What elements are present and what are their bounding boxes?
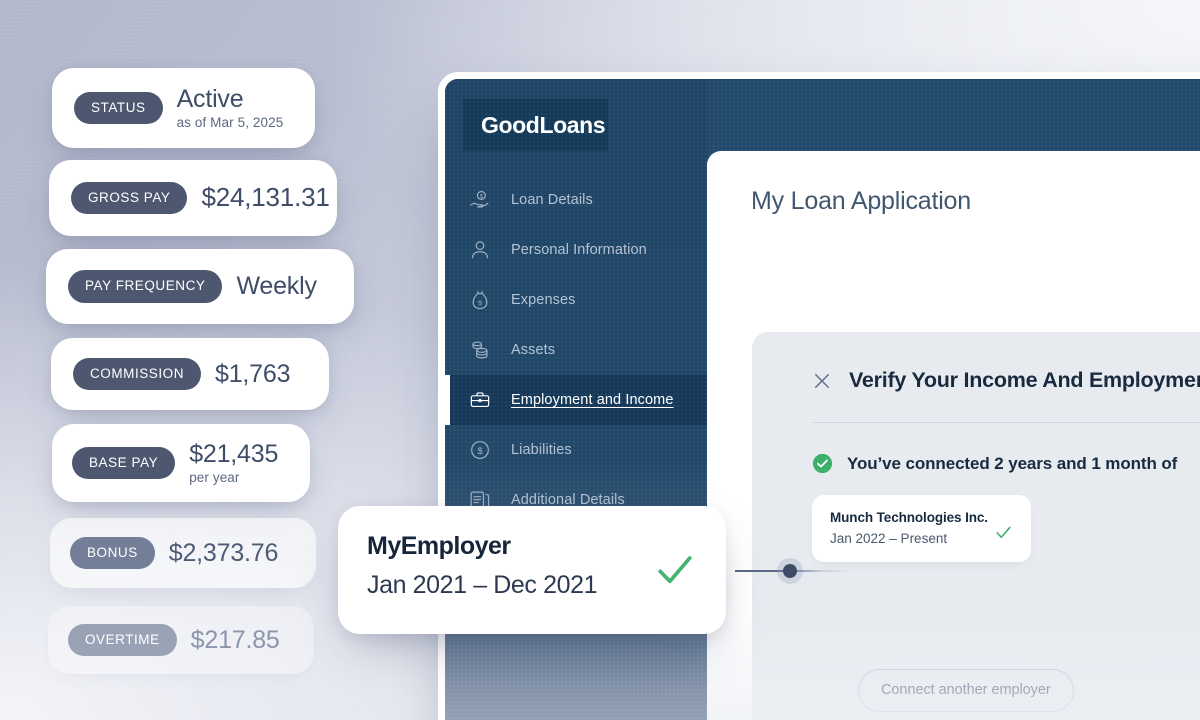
sidebar-item-assets[interactable]: Assets [445, 325, 707, 375]
connected-employer-card[interactable]: Munch Technologies Inc. Jan 2022 – Prese… [812, 495, 1031, 562]
sidebar-item-assets-label: Assets [511, 342, 556, 358]
money-bag-icon: $ [472, 291, 488, 310]
main-content: My Loan Application Verify Your Income A… [707, 151, 1200, 720]
connect-another-employer-button[interactable]: Connect another employer [858, 669, 1074, 712]
dollar-circle-icon: $ [471, 441, 489, 459]
stat-card-base-pay: BASE PAY $21,435 per year [52, 424, 310, 502]
sidebar-item-personal-information-label: Personal Information [511, 242, 647, 258]
stat-card-gross-pay-value: $24,131.31 [201, 182, 330, 213]
close-icon[interactable] [812, 371, 832, 391]
connector-line [735, 564, 850, 578]
person-icon [471, 241, 489, 259]
stat-card-overtime: OVERTIME $217.85 [48, 606, 314, 674]
connector-dot [783, 564, 797, 578]
coin-stack-icon [472, 341, 488, 359]
connected-status-row: You’ve connected 2 years and 1 month of [752, 423, 1200, 474]
sidebar-item-expenses-label: Expenses [511, 292, 576, 308]
stat-card-status-label: STATUS [74, 91, 163, 125]
floating-employer-card[interactable]: MyEmployer Jan 2021 – Dec 2021 [338, 506, 726, 634]
stat-card-overtime-value: $217.85 [190, 625, 280, 654]
stat-card-bonus: BONUS $2,373.76 [50, 518, 316, 588]
sidebar-item-loan-details[interactable]: $ Loan Details [445, 175, 707, 225]
sidebar-nav: $ Loan Details Personal Information $ Ex… [445, 175, 707, 525]
modal-title: Verify Your Income And Employment [849, 368, 1200, 392]
stat-card-bonus-value: $2,373.76 [168, 538, 279, 567]
sidebar-item-employment-and-income[interactable]: Employment and Income [445, 375, 707, 425]
app-logo-text: GoodLoans [481, 111, 606, 138]
hand-coin-icon: $ [470, 190, 489, 208]
sidebar-item-expenses[interactable]: $ Expenses [445, 275, 707, 325]
check-icon [996, 526, 1011, 539]
stat-card-status-value: Active [176, 85, 244, 114]
stat-card-overtime-label: OVERTIME [68, 623, 177, 657]
sidebar-item-employment-and-income-label: Employment and Income [511, 392, 674, 408]
app-logo: GoodLoans [463, 99, 608, 151]
stat-card-commission-value: $1,763 [215, 359, 291, 388]
stat-card-status: STATUS Active as of Mar 5, 2025 [52, 68, 315, 148]
stat-card-status-sub: as of Mar 5, 2025 [176, 114, 284, 130]
page-title: My Loan Application [751, 187, 971, 215]
stat-card-base-pay-value: $21,435 [189, 440, 279, 469]
check-icon [658, 556, 692, 584]
stat-card-pay-frequency-label: PAY FREQUENCY [68, 270, 223, 303]
stat-card-pay-frequency-value: Weekly [236, 272, 317, 301]
stat-card-bonus-label: BONUS [70, 536, 155, 570]
stat-card-commission: COMMISSION $1,763 [51, 338, 329, 410]
sidebar-item-loan-details-label: Loan Details [511, 192, 593, 208]
svg-text:$: $ [478, 300, 482, 307]
stat-card-gross-pay: GROSS PAY $24,131.31 [49, 160, 337, 236]
connected-employer-name: Munch Technologies Inc. [830, 510, 988, 525]
svg-text:$: $ [477, 446, 483, 457]
sidebar-item-liabilities-label: Liabilities [511, 442, 572, 458]
stat-card-base-pay-label: BASE PAY [72, 446, 176, 480]
connected-employer-dates: Jan 2022 – Present [830, 531, 948, 546]
stat-card-gross-pay-label: GROSS PAY [71, 181, 188, 215]
briefcase-icon [470, 392, 490, 408]
stat-card-pay-frequency: PAY FREQUENCY Weekly [46, 249, 354, 324]
stat-card-commission-label: COMMISSION [73, 357, 202, 391]
verify-income-modal: Verify Your Income And Employment You’ve… [752, 332, 1200, 720]
check-circle-icon [812, 453, 833, 474]
stat-card-base-pay-sub: per year [189, 469, 240, 485]
sidebar-item-personal-information[interactable]: Personal Information [445, 225, 707, 275]
connected-status-text: You’ve connected 2 years and 1 month of [847, 453, 1178, 473]
sidebar-item-liabilities[interactable]: $ Liabilities [445, 425, 707, 475]
